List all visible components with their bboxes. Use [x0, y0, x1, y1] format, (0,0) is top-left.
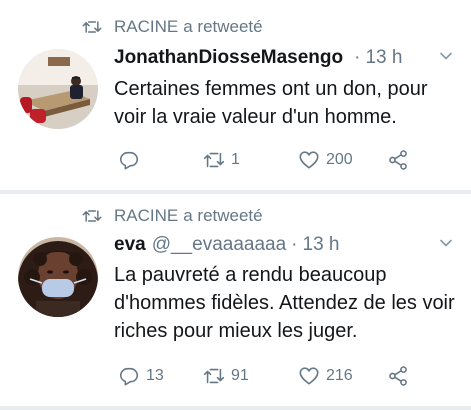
like-button[interactable]: 216	[298, 363, 353, 389]
tweet-header: JonathanDiosseMasengo · 13 h	[114, 47, 453, 73]
reply-button[interactable]: 13	[118, 363, 164, 389]
avatar[interactable]	[18, 49, 98, 129]
reply-icon	[119, 151, 139, 170]
tweet-actions: 13 91 216	[114, 363, 424, 389]
retweet-label: a retweeté	[183, 17, 263, 36]
display-name[interactable]: JonathanDiosseMasengo	[114, 47, 343, 69]
share-icon	[389, 150, 407, 170]
chevron-down-icon[interactable]	[439, 49, 453, 63]
reply-button[interactable]	[118, 147, 146, 173]
retweet-count: 91	[231, 367, 249, 384]
retweet-count: 1	[231, 151, 240, 168]
reply-icon	[119, 367, 139, 386]
avatar[interactable]	[18, 237, 98, 317]
chevron-down-icon[interactable]	[439, 236, 453, 250]
tweet-card[interactable]: RACINE a retweeté eva @__evaaaaaaa · 13 …	[0, 194, 471, 406]
tweet-header: eva @__evaaaaaaa · 13 h	[114, 234, 453, 260]
tweet-card[interactable]: RACINE a retweeté JonathanDiosseMasengo	[0, 0, 471, 190]
share-icon	[389, 366, 407, 386]
retweet-button[interactable]: 91	[203, 363, 249, 389]
retweet-icon	[82, 210, 102, 222]
tweet-feed: RACINE a retweeté JonathanDiosseMasengo	[0, 0, 471, 410]
heart-icon	[299, 151, 319, 169]
retweet-icon	[82, 21, 102, 33]
heart-icon	[299, 367, 319, 385]
retweet-indicator: RACINE a retweeté	[82, 206, 263, 226]
timestamp[interactable]: 13 h	[303, 234, 340, 256]
retweet-button[interactable]: 1	[203, 147, 240, 173]
display-name[interactable]: eva	[114, 234, 146, 256]
tweet-text: Certaines femmes ont un don, pour voir l…	[114, 78, 428, 128]
office-photo-avatar-icon	[18, 49, 98, 129]
separator-dot: ·	[291, 234, 298, 255]
like-count: 200	[326, 151, 353, 168]
retweet-indicator: RACINE a retweeté	[82, 17, 263, 37]
tweet-divider	[0, 406, 471, 410]
share-button[interactable]	[387, 147, 409, 173]
retweet-icon	[203, 152, 225, 168]
share-button[interactable]	[387, 363, 409, 389]
username[interactable]: @__evaaaaaaa	[152, 234, 286, 256]
retweet-label: a retweeté	[183, 206, 263, 225]
tweet-actions: 1 200	[114, 147, 424, 173]
retweet-icon	[203, 368, 225, 384]
retweeter-name[interactable]: RACINE	[114, 206, 178, 226]
separator-dot: ·	[354, 47, 361, 68]
masked-woman-avatar-icon	[18, 237, 98, 317]
tweet-text: La pauvreté a rendu beaucoup d'hommes fi…	[114, 264, 455, 342]
reply-count: 13	[146, 367, 164, 384]
like-count: 216	[326, 367, 353, 384]
timestamp[interactable]: 13 h	[365, 47, 402, 69]
retweeter-name[interactable]: RACINE	[114, 17, 178, 37]
like-button[interactable]: 200	[298, 147, 353, 173]
